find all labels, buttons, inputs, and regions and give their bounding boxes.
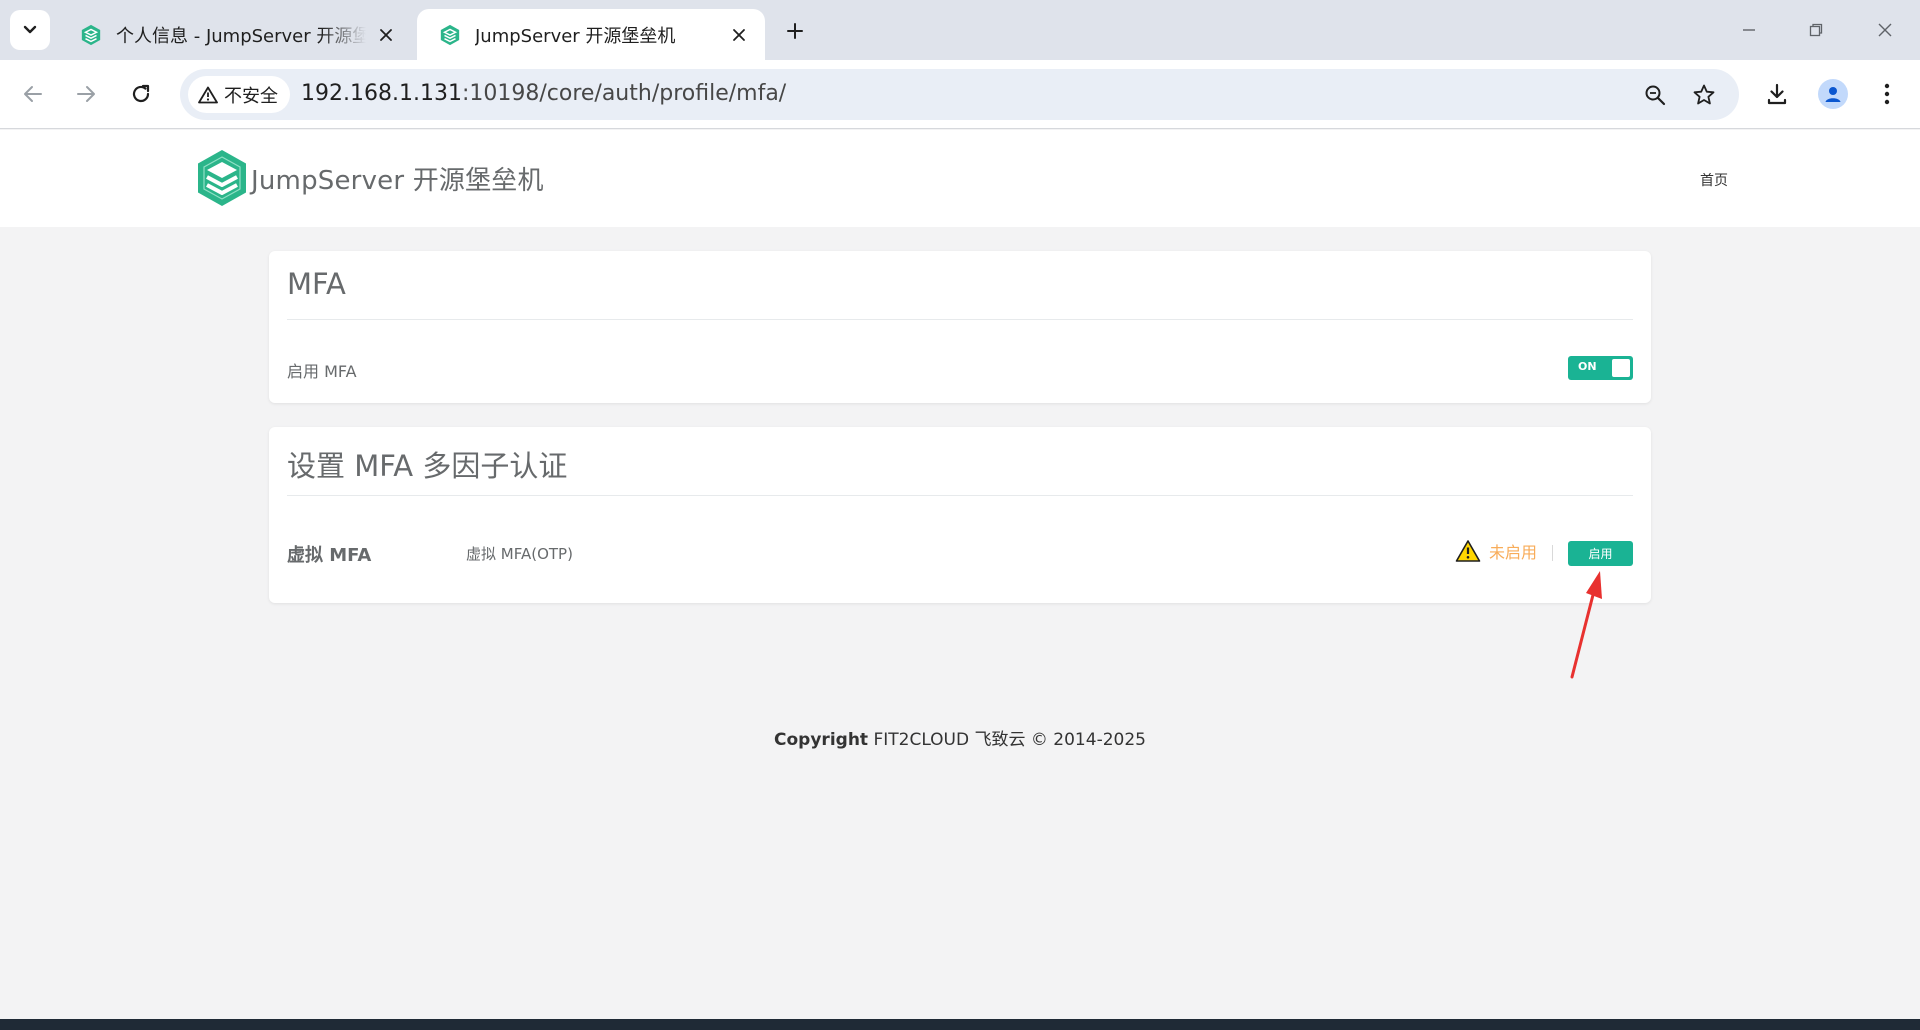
minimize-window-button[interactable] bbox=[1733, 14, 1765, 46]
downloads-button[interactable] bbox=[1760, 77, 1794, 111]
arrow-left-icon bbox=[24, 86, 42, 102]
tab-title: 个人信息 - JumpServer 开源堡 bbox=[116, 25, 366, 47]
enable-mfa-button[interactable]: 启用 bbox=[1568, 541, 1633, 566]
zoom-icon bbox=[1645, 85, 1666, 106]
jumpserver-favicon-icon bbox=[81, 24, 101, 45]
card-title: MFA bbox=[287, 267, 346, 301]
separator bbox=[1552, 545, 1553, 561]
mfa-card: MFA 启用 MFA ON bbox=[269, 251, 1651, 403]
restore-icon bbox=[1809, 23, 1823, 37]
mfa-method-description: 虚拟 MFA(OTP) bbox=[466, 545, 573, 563]
brand-name: JumpServer 开源堡垒机 bbox=[251, 165, 544, 196]
mfa-method-name: 虚拟 MFA bbox=[287, 545, 372, 566]
card-title: 设置 MFA 多因子认证 bbox=[287, 449, 568, 483]
annotation-arrow-icon bbox=[1570, 571, 1602, 679]
browser-tab-profile[interactable]: 个人信息 - JumpServer 开源堡 bbox=[58, 9, 412, 60]
minimize-icon bbox=[1743, 29, 1755, 31]
download-icon bbox=[1767, 83, 1787, 105]
taskbar-strip bbox=[0, 1019, 1920, 1030]
url-path: :10198/core/auth/profile/mfa/ bbox=[461, 81, 787, 106]
close-tab-icon[interactable] bbox=[727, 23, 751, 47]
jumpserver-favicon-icon bbox=[440, 24, 460, 45]
security-indicator[interactable]: 不安全 bbox=[188, 76, 290, 113]
chevron-down-icon bbox=[23, 25, 37, 34]
nav-home-link[interactable]: 首页 bbox=[1700, 170, 1728, 190]
divider bbox=[287, 319, 1633, 320]
jumpserver-logo-icon bbox=[198, 150, 246, 206]
arrow-right-icon bbox=[77, 86, 95, 102]
reload-icon bbox=[132, 84, 150, 103]
more-vertical-icon bbox=[1884, 83, 1890, 105]
warning-icon bbox=[198, 86, 218, 103]
zoom-button[interactable] bbox=[1641, 81, 1669, 109]
toggle-knob bbox=[1612, 359, 1630, 377]
restore-window-button[interactable] bbox=[1800, 14, 1832, 46]
forward-button[interactable] bbox=[68, 76, 104, 112]
avatar bbox=[1818, 79, 1848, 109]
enable-mfa-label: 启用 MFA bbox=[287, 362, 357, 381]
plus-icon bbox=[787, 23, 803, 39]
browser-menu-button[interactable] bbox=[1870, 77, 1904, 111]
url-text[interactable]: 192.168.1.131:10198/core/auth/profile/mf… bbox=[301, 81, 786, 106]
close-window-button[interactable] bbox=[1869, 14, 1901, 46]
profile-button[interactable] bbox=[1816, 77, 1850, 111]
close-tab-icon[interactable] bbox=[374, 23, 398, 47]
url-host: 192.168.1.131 bbox=[301, 81, 462, 106]
toggle-state-label: ON bbox=[1578, 360, 1597, 373]
mfa-status-text: 未启用 bbox=[1488, 543, 1537, 562]
copyright-label: Copyright bbox=[774, 730, 869, 750]
divider bbox=[287, 495, 1633, 496]
enable-mfa-toggle[interactable]: ON bbox=[1568, 356, 1633, 380]
copyright-text: FIT2CLOUD 飞致云 © 2014-2025 bbox=[868, 730, 1146, 750]
bookmark-button[interactable] bbox=[1690, 81, 1718, 109]
tab-title: JumpServer 开源堡垒机 bbox=[475, 25, 676, 47]
footer-copyright: Copyright FIT2CLOUD 飞致云 © 2014-2025 bbox=[0, 725, 1920, 750]
browser-toolbar: 不安全 192.168.1.131:10198/core/auth/profil… bbox=[0, 60, 1920, 129]
brand-logo-link[interactable]: JumpServer 开源堡垒机 bbox=[195, 148, 544, 208]
reload-button[interactable] bbox=[123, 76, 159, 112]
new-tab-button[interactable] bbox=[780, 16, 810, 46]
security-label: 不安全 bbox=[224, 85, 278, 107]
browser-tab-bar: 个人信息 - JumpServer 开源堡 JumpServer 开源堡垒机 bbox=[0, 0, 1920, 60]
person-icon bbox=[1825, 87, 1841, 102]
browser-tab-mfa[interactable]: JumpServer 开源堡垒机 bbox=[417, 9, 765, 60]
back-button[interactable] bbox=[15, 76, 51, 112]
mfa-setup-card: 设置 MFA 多因子认证 虚拟 MFA 虚拟 MFA(OTP) 未启用 启用 bbox=[269, 427, 1651, 603]
close-icon bbox=[1878, 23, 1892, 37]
star-icon bbox=[1693, 84, 1715, 105]
warning-icon bbox=[1455, 540, 1481, 562]
site-header: JumpServer 开源堡垒机 首页 bbox=[0, 130, 1920, 227]
mfa-status: 未启用 bbox=[1455, 539, 1537, 563]
tab-search-button[interactable] bbox=[10, 10, 50, 50]
address-bar[interactable]: 不安全 192.168.1.131:10198/core/auth/profil… bbox=[180, 69, 1739, 120]
